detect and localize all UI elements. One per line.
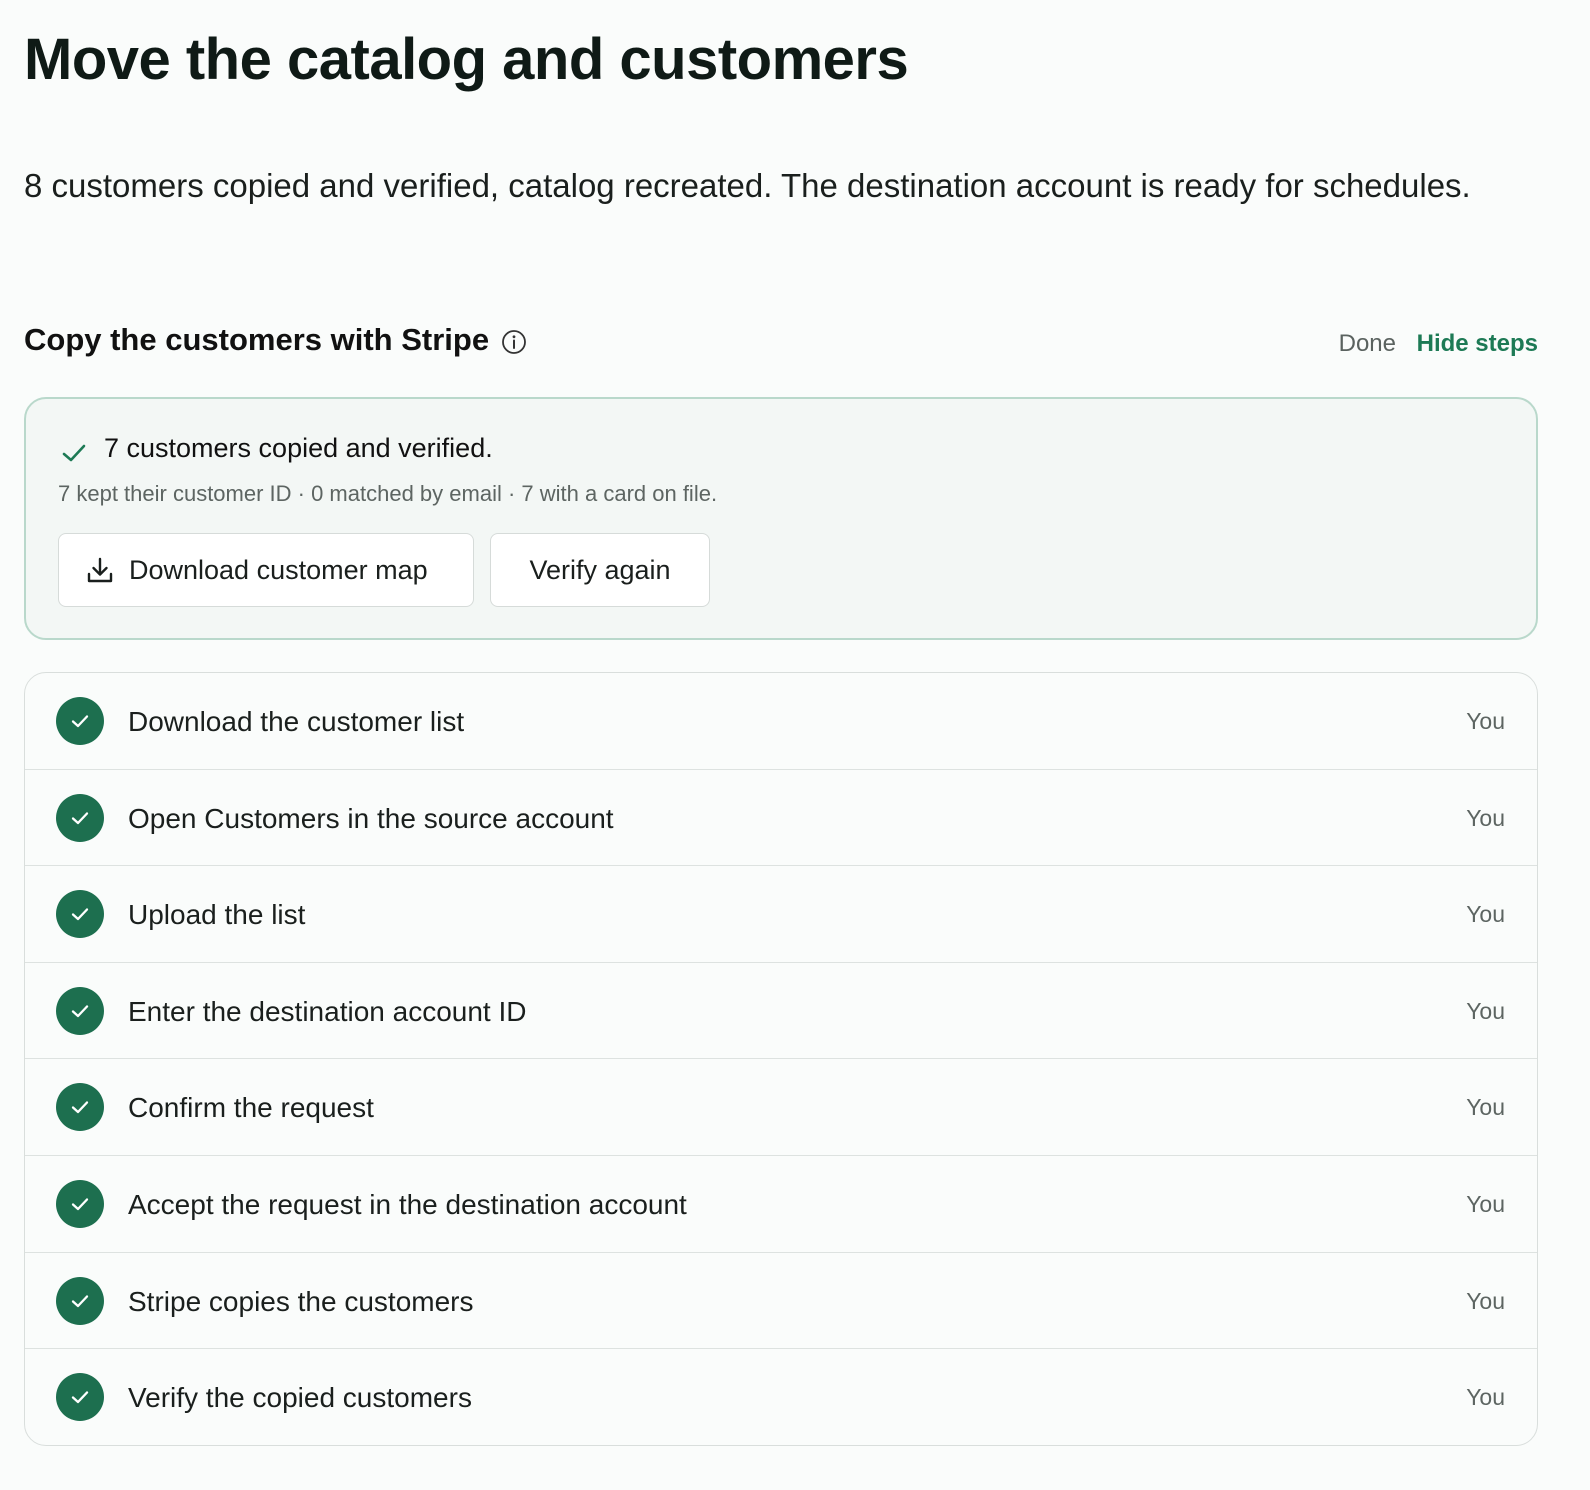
step-label: Enter the destination account ID	[128, 995, 527, 1027]
page-title: Move the catalog and customers	[24, 27, 909, 92]
section-status: Done	[1338, 330, 1396, 357]
step-row[interactable]: Download the customer list You	[25, 673, 1537, 770]
step-complete-icon	[56, 697, 104, 745]
download-button-label: Download customer map	[129, 554, 428, 585]
step-owner: You	[1466, 1094, 1505, 1121]
result-card: 7 customers copied and verified. 7 kept …	[24, 397, 1538, 640]
step-complete-icon	[56, 1179, 104, 1228]
result-detail: 7 kept their customer ID · 0 matched by …	[58, 481, 718, 506]
step-complete-icon	[56, 1276, 104, 1325]
step-owner: You	[1466, 1287, 1505, 1314]
step-complete-icon	[56, 986, 104, 1035]
step-owner: You	[1466, 708, 1505, 734]
step-row[interactable]: Confirm the request You	[25, 1059, 1537, 1156]
hide-steps-button[interactable]: Hide steps	[1417, 330, 1538, 358]
step-owner: You	[1466, 901, 1505, 928]
step-complete-icon	[56, 793, 104, 842]
verify-again-button[interactable]: Verify again	[490, 533, 710, 607]
result-title: 7 customers copied and verified.	[104, 433, 493, 463]
step-label: Upload the list	[128, 899, 306, 931]
step-row[interactable]: Enter the destination account ID You	[25, 963, 1537, 1060]
step-label: Stripe copies the customers	[128, 1285, 474, 1317]
step-label: Download the customer list	[128, 706, 465, 737]
step-row[interactable]: Verify the copied customers You	[25, 1349, 1537, 1445]
page: Move the catalog and customers 8 custome…	[0, 0, 1590, 1490]
step-row[interactable]: Stripe copies the customers You	[25, 1253, 1537, 1350]
step-row[interactable]: Open Customers in the source account You	[25, 770, 1537, 867]
step-row[interactable]: Accept the request in the destination ac…	[25, 1156, 1537, 1253]
step-complete-icon	[56, 1373, 104, 1422]
step-label: Confirm the request	[128, 1092, 374, 1124]
step-complete-icon	[56, 890, 104, 939]
check-icon	[60, 439, 88, 467]
step-label: Verify the copied customers	[128, 1382, 472, 1414]
page-summary: 8 customers copied and verified, catalog…	[24, 167, 1471, 204]
step-owner: You	[1466, 1384, 1505, 1411]
section-title: Copy the customers with Stripe	[24, 322, 490, 357]
step-complete-icon	[56, 1083, 104, 1132]
info-icon[interactable]	[501, 329, 527, 355]
step-owner: You	[1466, 804, 1505, 831]
step-owner: You	[1466, 1190, 1505, 1217]
steps-list: Download the customer list You Open Cust…	[24, 672, 1538, 1446]
section-header: Copy the customers with Stripe Done Hide…	[24, 318, 1538, 368]
step-owner: You	[1466, 997, 1505, 1024]
step-label: Accept the request in the destination ac…	[128, 1188, 687, 1220]
download-icon	[87, 557, 113, 583]
download-customer-map-button[interactable]: Download customer map	[58, 533, 474, 607]
step-row[interactable]: Upload the list You	[25, 866, 1537, 963]
step-label: Open Customers in the source account	[128, 802, 614, 834]
